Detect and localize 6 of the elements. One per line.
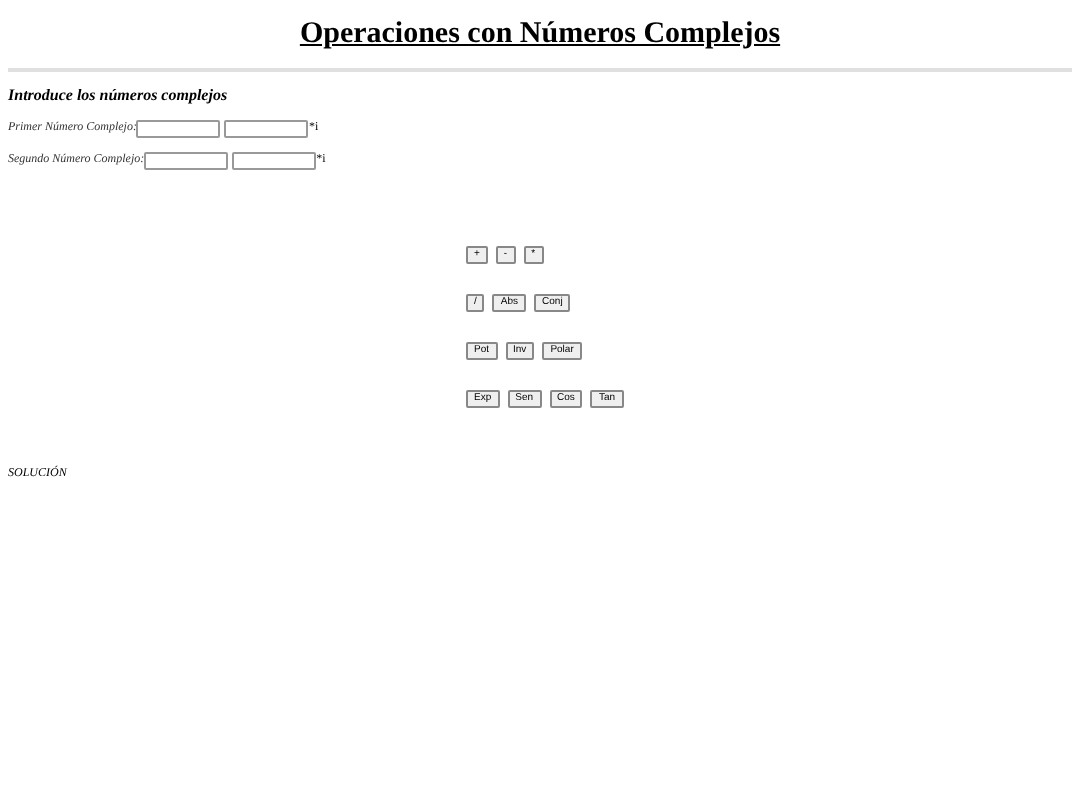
page-title: Operaciones con Números Complejos <box>299 16 781 52</box>
imaginary-part-field[interactable] <box>224 120 309 138</box>
imaginary-part-field[interactable] <box>232 152 317 170</box>
section-heading: Introduce los números complejos <box>8 86 228 106</box>
real-part-field[interactable] <box>136 120 221 138</box>
real-part-field[interactable] <box>144 152 229 170</box>
